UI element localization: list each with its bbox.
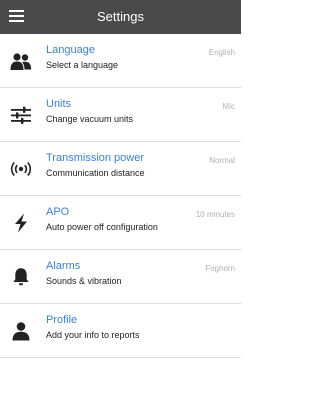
setting-value: 10 minutes [195, 210, 235, 219]
setting-row-alarms[interactable]: Alarms Sounds & vibration Foghorn [0, 250, 241, 304]
setting-subtitle: Communication distance [46, 168, 145, 178]
setting-row-profile[interactable]: Profile Add your info to reports [0, 304, 241, 358]
setting-row-language[interactable]: Language Select a language English [0, 34, 241, 88]
lightning-icon [15, 213, 27, 233]
setting-title: Units [46, 98, 72, 110]
hamburger-menu-icon [9, 10, 24, 22]
setting-subtitle: Change vacuum units [46, 114, 134, 124]
setting-row-transmission-power[interactable]: Transmission power Communication distanc… [0, 142, 241, 196]
people-icon [10, 53, 32, 70]
setting-title: Language [46, 44, 95, 56]
setting-row-units[interactable]: Units Change vacuum units Mic [0, 88, 241, 142]
setting-subtitle: Auto power off configuration [46, 222, 158, 232]
page-title: Settings [97, 9, 144, 24]
menu-button[interactable] [0, 0, 34, 34]
setting-value: English [208, 48, 235, 57]
setting-title: Transmission power [46, 152, 145, 164]
sliders-icon [11, 106, 31, 124]
setting-title: Profile [46, 314, 78, 326]
person-icon [12, 322, 30, 341]
setting-subtitle: Add your info to reports [46, 330, 140, 340]
header-bar: Settings [0, 0, 241, 34]
bell-icon [13, 268, 29, 286]
setting-title: Alarms [46, 260, 81, 272]
setting-subtitle: Select a language [46, 60, 119, 70]
settings-list: Language Select a language English Units… [0, 34, 241, 358]
setting-value: Mic [222, 102, 235, 111]
broadcast-icon [10, 161, 32, 177]
setting-row-apo[interactable]: APO Auto power off configuration 10 minu… [0, 196, 241, 250]
setting-subtitle: Sounds & vibration [46, 276, 122, 286]
setting-title: APO [46, 206, 70, 218]
setting-value: Foghorn [205, 264, 235, 273]
setting-value: Normal [209, 156, 235, 165]
